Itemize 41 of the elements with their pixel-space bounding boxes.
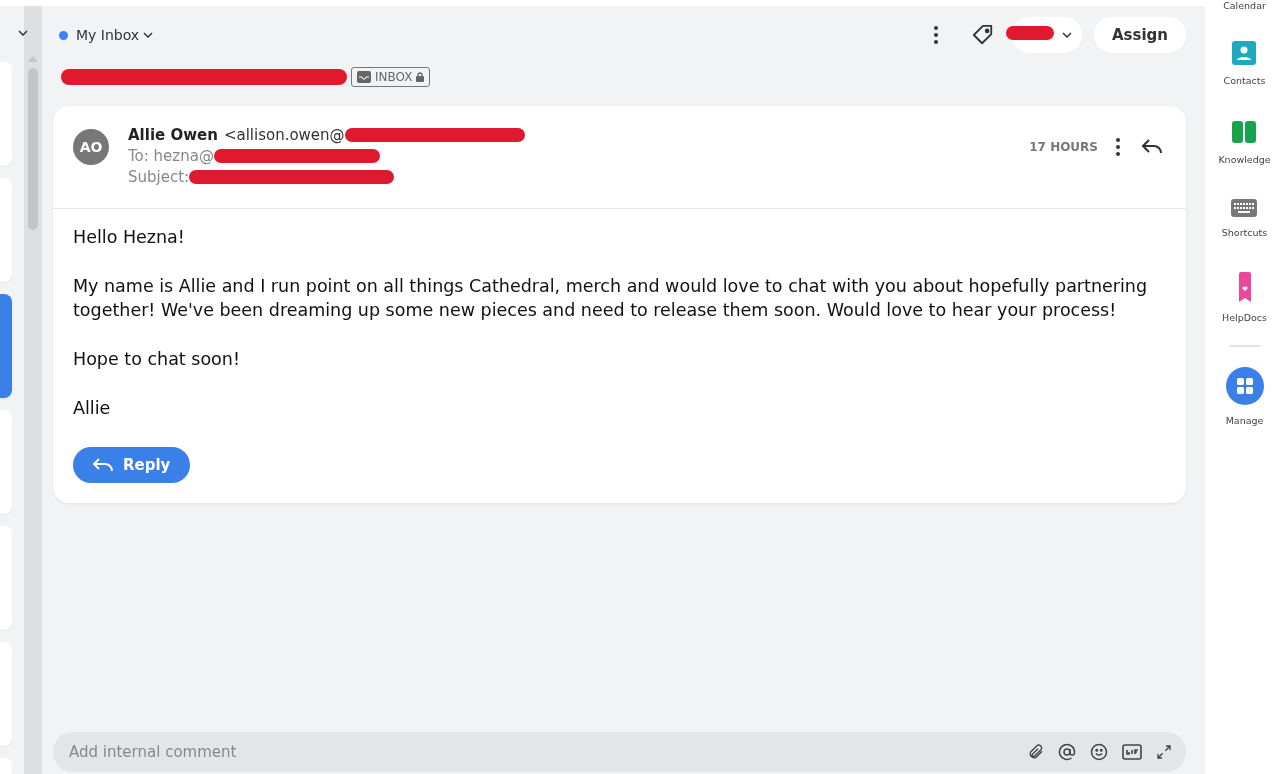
book-icon: [1232, 120, 1257, 144]
at-sign-icon[interactable]: [1058, 743, 1076, 761]
sidebar-item[interactable]: Shortcuts: [1221, 199, 1268, 238]
chevron-down-icon[interactable]: [18, 30, 28, 36]
lock-icon: [416, 72, 425, 82]
status-dot: [59, 30, 68, 40]
message-paragraph: Hello Hezna!: [73, 226, 186, 249]
subject-line: Subject:: [128, 168, 190, 186]
grid-icon: [1225, 367, 1264, 405]
redaction-mark: [1005, 26, 1054, 40]
expand-icon[interactable]: [1156, 744, 1172, 760]
message-paragraph: Allie: [73, 397, 112, 420]
sidebar-item[interactable]: Manage: [1225, 367, 1264, 426]
assign-button[interactable]: Assign: [1093, 17, 1186, 53]
inbox-dropdown[interactable]: My Inbox: [76, 27, 154, 43]
scrollbar-thumb[interactable]: [28, 68, 38, 230]
contact-card-icon: [1232, 41, 1257, 65]
smiley-icon[interactable]: [1090, 743, 1108, 761]
sidebar-item[interactable]: HelpDocs: [1222, 272, 1267, 323]
badge-label: INBOX: [375, 70, 413, 84]
sidebar-item[interactable]: Calendar: [1223, 0, 1266, 11]
bookmark-icon: [1238, 272, 1251, 302]
chevron-down-icon[interactable]: [143, 32, 154, 38]
comment-field[interactable]: Add internal comment: [53, 732, 1186, 772]
paperclip-icon[interactable]: [1028, 744, 1044, 760]
recipient-line: To: hezna@: [128, 147, 214, 165]
message-paragraph: My name is Allie and I run point on all things Cathedral, merch and would love to chat with you about hopefully partnering together! We've been dreaming up some new pieces and need to release them soon. Would love to hear your process!: [73, 275, 1149, 322]
sender-name: Allie Owen: [128, 126, 218, 144]
keyboard-icon: [1231, 199, 1258, 217]
avatar: AO: [73, 129, 109, 165]
gif-icon[interactable]: [1122, 744, 1142, 760]
inbox-tray-icon: [357, 71, 371, 83]
message-paragraph: Hope to chat soon!: [73, 348, 241, 371]
message-time: 17 HOURS: [1029, 140, 1098, 154]
chevron-down-icon[interactable]: [1061, 32, 1072, 38]
sidebar-item[interactable]: Knowledge: [1218, 120, 1271, 165]
reply-icon: [93, 458, 113, 472]
reply-button[interactable]: Reply: [73, 447, 191, 483]
sidebar-item[interactable]: Contacts: [1223, 41, 1266, 86]
sender-email: <allison.owen@: [223, 126, 345, 144]
comment-input[interactable]: Add internal comment: [67, 742, 1014, 762]
